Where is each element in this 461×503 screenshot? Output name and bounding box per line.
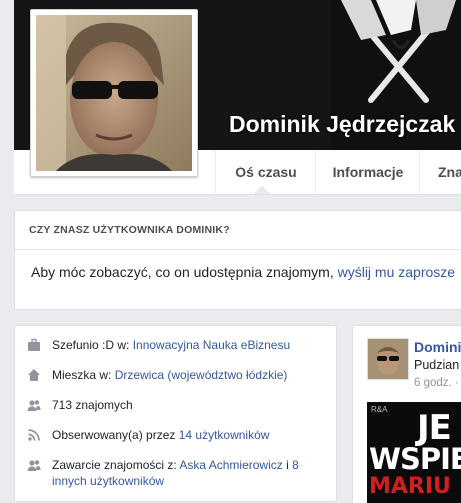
followed-label: Obserwowany(a) przez (52, 428, 179, 442)
post-image-tag: R&A (371, 405, 388, 414)
mutual-label: Zawarcie znajomości z: (52, 458, 180, 472)
post-author-avatar[interactable] (367, 338, 409, 380)
profile-name[interactable]: Dominik Jędrzejczak (229, 111, 455, 138)
friend-box-header: CZY ZNASZ UŻYTKOWNIKA DOMINIK? (15, 211, 461, 250)
friend-box-message: Aby móc zobaczyć, co on udostępnia znajo… (31, 264, 338, 280)
work-link[interactable]: Innowacyjna Nauka eBiznesu (133, 338, 290, 352)
active-tab-caret (254, 186, 270, 194)
post-author-name[interactable]: Domini (414, 339, 461, 355)
mutual-separator: i (282, 458, 293, 472)
friend-box-text: Aby móc zobaczyć, co on udostępnia znajo… (15, 250, 461, 280)
tab-about[interactable]: Informacje (315, 150, 420, 194)
rss-icon (28, 429, 40, 441)
post-subtitle: Pudzian (414, 358, 460, 372)
post-image-text-2: WSPIE (369, 442, 461, 476)
post-image[interactable]: R&A JE WSPIE MARIU (367, 402, 461, 503)
friend-request-box: CZY ZNASZ UŻYTKOWNIKA DOMINIK? Aby móc z… (14, 210, 461, 310)
home-icon (28, 369, 40, 381)
work-label: Szefunio :D w: (52, 338, 133, 352)
mutual-friends-icon (27, 460, 41, 471)
post-timestamp[interactable]: 6 godz. · (414, 377, 459, 389)
post-image-text-3: MARIU (369, 474, 451, 499)
lives-link[interactable]: Drzewica (województwo łódzkie) (115, 368, 288, 382)
lives-label: Mieszka w: (52, 368, 115, 382)
mutual-friend-link[interactable]: Aska Achmierowicz (179, 458, 282, 472)
followers-link[interactable]: 14 użytkowników (179, 428, 270, 442)
feed-post: Domini Pudzian 6 godz. · R&A JE WSPIE MA… (352, 325, 461, 503)
profile-photo-image (36, 15, 192, 171)
send-friend-request-link[interactable]: wyślij mu zaprosze (338, 264, 455, 280)
friends-count: 713 znajomych (52, 398, 133, 412)
friends-icon (27, 400, 41, 411)
profile-picture[interactable] (30, 9, 198, 177)
tab-friends[interactable]: Zna (419, 150, 461, 194)
briefcase-icon (28, 338, 40, 351)
intro-box: Szefunio :D w: Innowacyjna Nauka eBiznes… (14, 325, 337, 502)
